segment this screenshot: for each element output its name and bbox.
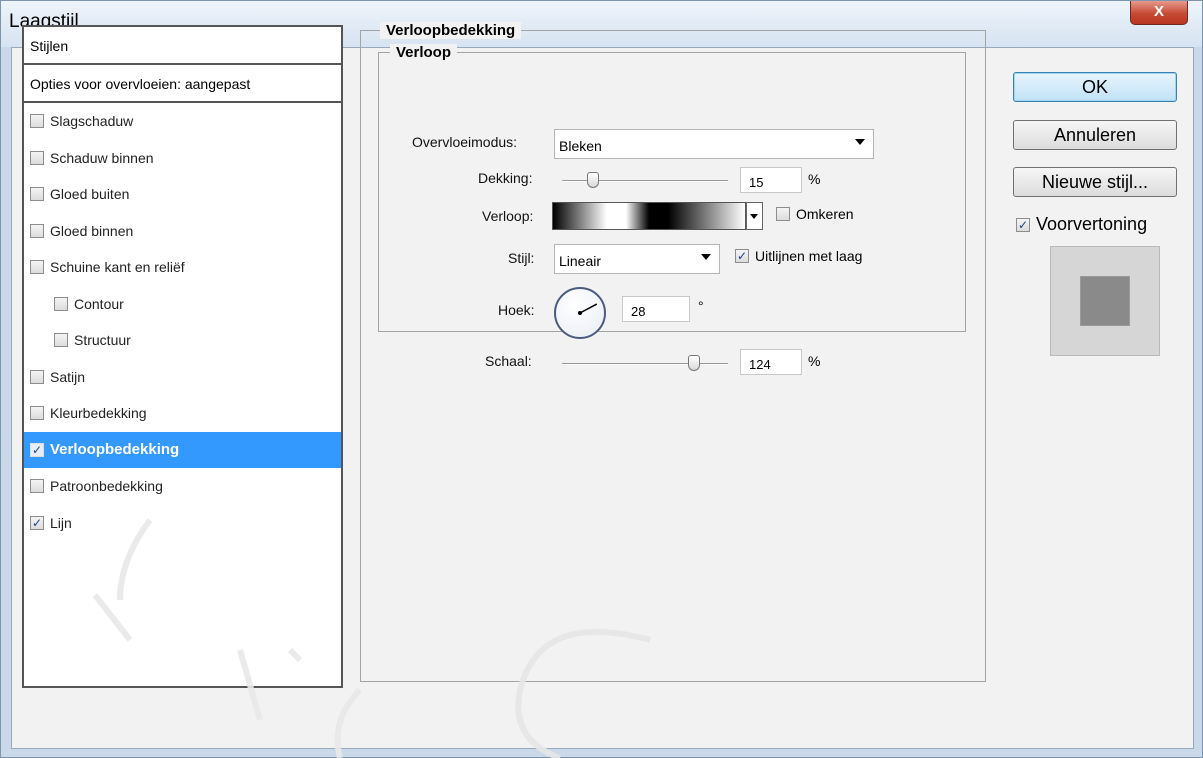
- close-icon: X: [1153, 3, 1164, 20]
- checkbox-icon: ✓: [1016, 217, 1030, 232]
- style-item-label: Verloopbedekking: [50, 441, 180, 459]
- checkbox-icon[interactable]: [30, 260, 44, 275]
- chevron-down-icon: [701, 254, 711, 260]
- gradient-preview[interactable]: [552, 202, 746, 230]
- blend-mode-label: Overvloeimodus:: [412, 134, 518, 150]
- blend-options-item[interactable]: Opties voor overvloeien: aangepast: [24, 65, 341, 103]
- styles-list: Stijlen Opties voor overvloeien: aangepa…: [22, 25, 343, 688]
- style-item[interactable]: Structuur: [24, 322, 341, 359]
- style-item-label: Patroonbedekking: [50, 478, 163, 495]
- style-item-label: Lijn: [50, 514, 72, 531]
- checkbox-icon[interactable]: [54, 296, 68, 311]
- style-item[interactable]: ✓ Verloopbedekking: [24, 431, 341, 468]
- scale-label: Schaal:: [485, 353, 532, 369]
- angle-needle: [578, 303, 598, 315]
- style-item-label: Slagschaduw: [50, 113, 134, 130]
- angle-input[interactable]: 28: [622, 296, 690, 322]
- align-with-layer-checkbox[interactable]: ✓ Uitlijnen met laag: [735, 248, 862, 264]
- style-item-label: Contour: [74, 295, 124, 312]
- ok-button[interactable]: OK: [1013, 72, 1177, 102]
- checkbox-icon[interactable]: [30, 150, 44, 165]
- preview-label: Voorvertoning: [1036, 214, 1148, 234]
- checkbox-icon[interactable]: [30, 187, 44, 202]
- style-item-label: Schaduw binnen: [50, 149, 154, 166]
- style-item[interactable]: Slagschaduw: [24, 103, 341, 140]
- angle-label: Hoek:: [498, 302, 535, 318]
- style-item-label: Satijn: [50, 368, 86, 385]
- style-value: Lineair: [559, 253, 602, 269]
- style-item-label: Kleurbedekking: [50, 405, 147, 422]
- scale-slider-thumb[interactable]: [688, 355, 700, 371]
- close-button[interactable]: X: [1130, 1, 1188, 25]
- checkbox-icon[interactable]: [30, 369, 44, 384]
- chevron-down-icon: [855, 139, 865, 145]
- style-item[interactable]: ✓ Lijn: [24, 505, 341, 542]
- styles-header[interactable]: Stijlen: [24, 27, 341, 65]
- opacity-input[interactable]: 15: [740, 167, 802, 193]
- scale-slider-track[interactable]: [562, 363, 728, 365]
- style-item[interactable]: Patroonbedekking: [24, 468, 341, 505]
- style-label: Stijl:: [508, 250, 535, 266]
- checkbox-icon[interactable]: ✓: [30, 442, 44, 457]
- gradient-label: Verloop:: [482, 208, 534, 224]
- blend-mode-select[interactable]: Bleken: [554, 129, 874, 159]
- reverse-label: Omkeren: [796, 206, 854, 222]
- style-preview-swatch: [1081, 277, 1129, 325]
- gradient-subgroup: [378, 52, 966, 332]
- opacity-slider-thumb[interactable]: [586, 172, 599, 188]
- opacity-label: Dekking:: [478, 170, 533, 186]
- checkbox-icon: ✓: [735, 249, 749, 263]
- scale-unit: %: [808, 353, 821, 369]
- angle-unit: °: [698, 298, 704, 314]
- checkbox-icon[interactable]: [54, 333, 68, 348]
- style-item-label: Schuine kant en reliëf: [50, 259, 185, 276]
- style-item-label: Gloed buiten: [50, 186, 130, 203]
- style-item[interactable]: Gloed binnen: [24, 213, 341, 250]
- style-item-label: Gloed binnen: [50, 222, 134, 239]
- group-title: Verloopbedekking: [380, 22, 522, 39]
- chevron-down-icon: [750, 214, 758, 219]
- angle-dial[interactable]: [554, 287, 606, 339]
- checkbox-icon: [776, 207, 790, 221]
- align-label: Uitlijnen met laag: [755, 248, 863, 264]
- style-item[interactable]: Contour: [24, 286, 341, 323]
- style-items: Slagschaduw Schaduw binnen Gloed buiten Glo…: [24, 103, 341, 541]
- checkbox-icon[interactable]: [30, 114, 44, 129]
- checkbox-icon[interactable]: [30, 406, 44, 421]
- subgroup-title: Verloop: [390, 44, 458, 61]
- style-item[interactable]: Schuine kant en reliëf: [24, 249, 341, 286]
- checkbox-icon[interactable]: [30, 223, 44, 238]
- style-item[interactable]: Kleurbedekking: [24, 395, 341, 432]
- checkbox-icon[interactable]: [30, 479, 44, 494]
- opacity-unit: %: [808, 171, 821, 187]
- scale-input[interactable]: 124: [740, 349, 802, 375]
- checkbox-icon[interactable]: ✓: [30, 515, 44, 530]
- gradient-dropdown[interactable]: [746, 202, 763, 230]
- style-item[interactable]: Schaduw binnen: [24, 140, 341, 177]
- style-item[interactable]: Satijn: [24, 359, 341, 396]
- style-select[interactable]: Lineair: [554, 244, 720, 274]
- blend-mode-value: Bleken: [559, 138, 602, 154]
- reverse-checkbox[interactable]: Omkeren: [776, 206, 854, 222]
- style-item[interactable]: Gloed buiten: [24, 176, 341, 213]
- cancel-button[interactable]: Annuleren: [1013, 120, 1177, 150]
- preview-checkbox[interactable]: ✓ Voorvertoning: [1016, 214, 1147, 235]
- new-style-button[interactable]: Nieuwe stijl...: [1013, 167, 1177, 197]
- style-item-label: Structuur: [74, 332, 131, 349]
